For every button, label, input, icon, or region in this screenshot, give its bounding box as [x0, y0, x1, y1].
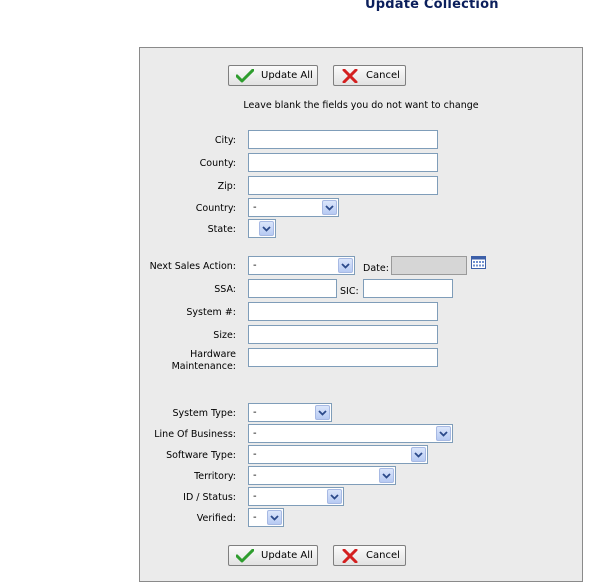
update-all-button-bottom[interactable]: Update All	[228, 545, 318, 566]
state-label: State:	[207, 224, 236, 235]
size-label: Size:	[213, 330, 236, 341]
chevron-down-icon	[379, 468, 394, 483]
chevron-down-icon	[322, 200, 337, 215]
cancel-label: Cancel	[366, 70, 400, 81]
next-sales-action-select[interactable]: -	[248, 256, 355, 275]
update-all-label: Update All	[261, 70, 313, 81]
id-status-value: -	[253, 491, 257, 502]
territory-label: Territory:	[194, 471, 236, 482]
cancel-button-top[interactable]: Cancel	[333, 65, 406, 86]
software-type-value: -	[253, 449, 257, 460]
line-of-business-value: -	[253, 428, 257, 439]
zip-field[interactable]	[248, 176, 438, 195]
date-field	[391, 256, 467, 275]
hardware-maintenance-label-line2: Maintenance:	[171, 361, 236, 372]
country-value: -	[253, 202, 257, 213]
zip-label: Zip:	[217, 181, 236, 192]
update-all-label: Update All	[261, 550, 313, 561]
line-of-business-label: Line Of Business:	[154, 429, 236, 440]
id-status-select[interactable]: -	[248, 487, 344, 506]
country-label: Country:	[195, 203, 236, 214]
chevron-down-icon	[267, 510, 282, 525]
verified-select[interactable]: -	[248, 508, 284, 527]
state-select[interactable]	[248, 219, 276, 238]
ssa-field[interactable]	[248, 279, 337, 298]
sic-field[interactable]	[363, 279, 453, 298]
red-x-icon	[340, 68, 360, 84]
cancel-button-bottom[interactable]: Cancel	[333, 545, 406, 566]
update-form-panel: Update All Cancel Leave blank the fields…	[139, 47, 583, 582]
system-number-label: System #:	[186, 307, 236, 318]
green-check-icon	[235, 548, 255, 564]
id-status-label: ID / Status:	[183, 492, 236, 503]
city-label: City:	[214, 135, 236, 146]
cancel-label: Cancel	[366, 550, 400, 561]
system-type-value: -	[253, 407, 257, 418]
page-title: Update Collection	[365, 0, 499, 12]
chevron-down-icon	[436, 426, 451, 441]
instruction-text: Leave blank the fields you do not want t…	[243, 100, 479, 111]
county-label: County:	[199, 158, 236, 169]
chevron-down-icon	[411, 447, 426, 462]
verified-label: Verified:	[196, 513, 236, 524]
software-type-select[interactable]: -	[248, 445, 428, 464]
size-field[interactable]	[248, 325, 438, 344]
ssa-label: SSA:	[214, 284, 236, 295]
territory-value: -	[253, 470, 257, 481]
territory-select[interactable]: -	[248, 466, 396, 485]
date-label: Date:	[363, 263, 389, 274]
hardware-maintenance-label-line1: Hardware	[190, 349, 236, 360]
chevron-down-icon	[259, 221, 274, 236]
hardware-maintenance-label: Hardware Maintenance:	[140, 349, 236, 373]
verified-value: -	[253, 512, 257, 523]
system-number-field[interactable]	[248, 302, 438, 321]
calendar-icon[interactable]	[471, 256, 486, 269]
red-x-icon	[340, 548, 360, 564]
city-field[interactable]	[248, 130, 438, 149]
update-all-button-top[interactable]: Update All	[228, 65, 318, 86]
next-sales-action-value: -	[253, 260, 257, 271]
sic-label: SIC:	[340, 286, 359, 297]
next-sales-action-label: Next Sales Action:	[149, 261, 236, 272]
country-select[interactable]: -	[248, 198, 339, 217]
county-field[interactable]	[248, 153, 438, 172]
chevron-down-icon	[338, 258, 353, 273]
system-type-label: System Type:	[172, 408, 236, 419]
green-check-icon	[235, 68, 255, 84]
chevron-down-icon	[327, 489, 342, 504]
system-type-select[interactable]: -	[248, 403, 332, 422]
line-of-business-select[interactable]: -	[248, 424, 453, 443]
chevron-down-icon	[315, 405, 330, 420]
software-type-label: Software Type:	[166, 450, 236, 461]
hardware-maintenance-field[interactable]	[248, 348, 438, 367]
